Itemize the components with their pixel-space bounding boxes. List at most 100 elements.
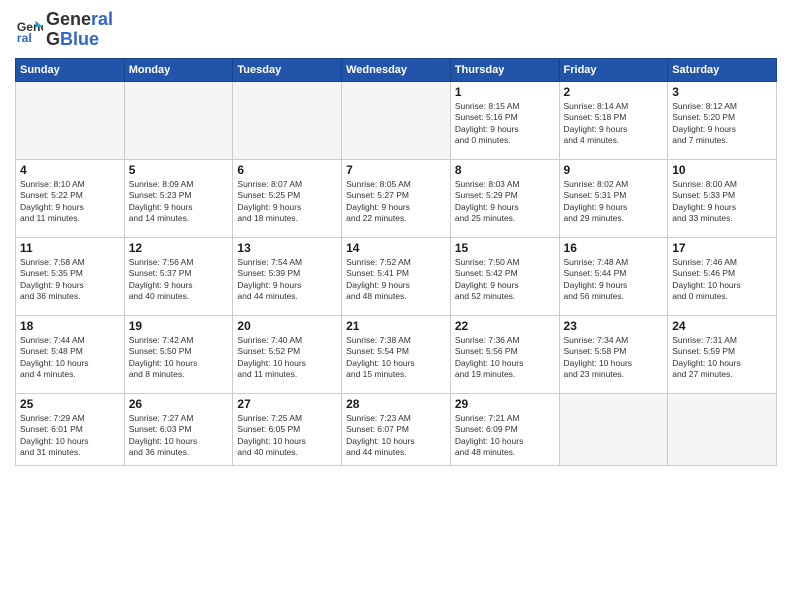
day-number: 22 bbox=[455, 319, 555, 333]
day-info: Sunrise: 7:48 AMSunset: 5:44 PMDaylight:… bbox=[564, 257, 664, 303]
day-info: Sunrise: 7:46 AMSunset: 5:46 PMDaylight:… bbox=[672, 257, 772, 303]
day-number: 5 bbox=[129, 163, 229, 177]
day-cell: 11 Sunrise: 7:58 AMSunset: 5:35 PMDayligh… bbox=[16, 237, 125, 315]
day-cell: 25 Sunrise: 7:29 AMSunset: 6:01 PMDayligh… bbox=[16, 393, 125, 465]
day-cell: 22 Sunrise: 7:36 AMSunset: 5:56 PMDayligh… bbox=[450, 315, 559, 393]
day-info: Sunrise: 7:56 AMSunset: 5:37 PMDaylight:… bbox=[129, 257, 229, 303]
day-cell: 21 Sunrise: 7:38 AMSunset: 5:54 PMDayligh… bbox=[342, 315, 451, 393]
day-info: Sunrise: 7:34 AMSunset: 5:58 PMDaylight:… bbox=[564, 335, 664, 381]
day-info: Sunrise: 7:42 AMSunset: 5:50 PMDaylight:… bbox=[129, 335, 229, 381]
day-cell: 12 Sunrise: 7:56 AMSunset: 5:37 PMDayligh… bbox=[124, 237, 233, 315]
day-number: 14 bbox=[346, 241, 446, 255]
logo-icon: Gene ral bbox=[15, 16, 43, 44]
day-number: 29 bbox=[455, 397, 555, 411]
day-number: 26 bbox=[129, 397, 229, 411]
week-row-1: 4Sunrise: 8:10 AMSunset: 5:22 PMDaylight… bbox=[16, 159, 777, 237]
day-cell: 28 Sunrise: 7:23 AMSunset: 6:07 PMDayligh… bbox=[342, 393, 451, 465]
day-cell bbox=[233, 81, 342, 159]
day-number: 25 bbox=[20, 397, 120, 411]
day-number: 7 bbox=[346, 163, 446, 177]
calendar-table: SundayMondayTuesdayWednesdayThursdayFrid… bbox=[15, 58, 777, 466]
day-number: 1 bbox=[455, 85, 555, 99]
day-info: Sunrise: 8:02 AMSunset: 5:31 PMDaylight:… bbox=[564, 179, 664, 225]
day-info: Sunrise: 8:12 AMSunset: 5:20 PMDaylight:… bbox=[672, 101, 772, 147]
day-cell: 9Sunrise: 8:02 AMSunset: 5:31 PMDaylight… bbox=[559, 159, 668, 237]
col-header-tuesday: Tuesday bbox=[233, 58, 342, 81]
day-number: 8 bbox=[455, 163, 555, 177]
day-number: 10 bbox=[672, 163, 772, 177]
day-cell: 29 Sunrise: 7:21 AMSunset: 6:09 PMDayligh… bbox=[450, 393, 559, 465]
day-info: Sunrise: 7:40 AMSunset: 5:52 PMDaylight:… bbox=[237, 335, 337, 381]
day-info: Sunrise: 7:44 AMSunset: 5:48 PMDaylight:… bbox=[20, 335, 120, 381]
day-number: 27 bbox=[237, 397, 337, 411]
day-cell: 17 Sunrise: 7:46 AMSunset: 5:46 PMDayligh… bbox=[668, 237, 777, 315]
day-cell: 5 Sunrise: 8:09 AMSunset: 5:23 PMDaylight… bbox=[124, 159, 233, 237]
day-cell: 13 Sunrise: 7:54 AMSunset: 5:39 PMDayligh… bbox=[233, 237, 342, 315]
svg-text:ral: ral bbox=[17, 31, 32, 44]
day-info: Sunrise: 8:09 AMSunset: 5:23 PMDaylight:… bbox=[129, 179, 229, 225]
day-info: Sunrise: 7:21 AMSunset: 6:09 PMDaylight:… bbox=[455, 413, 555, 459]
week-row-0: 1Sunrise: 8:15 AMSunset: 5:16 PMDaylight… bbox=[16, 81, 777, 159]
day-cell: 6 Sunrise: 8:07 AMSunset: 5:25 PMDaylight… bbox=[233, 159, 342, 237]
day-number: 16 bbox=[564, 241, 664, 255]
logo: Gene ral General GBlue bbox=[15, 10, 113, 50]
day-info: Sunrise: 7:50 AMSunset: 5:42 PMDaylight:… bbox=[455, 257, 555, 303]
col-header-monday: Monday bbox=[124, 58, 233, 81]
day-cell: 4Sunrise: 8:10 AMSunset: 5:22 PMDaylight… bbox=[16, 159, 125, 237]
day-info: Sunrise: 7:29 AMSunset: 6:01 PMDaylight:… bbox=[20, 413, 120, 459]
day-number: 13 bbox=[237, 241, 337, 255]
day-cell bbox=[668, 393, 777, 465]
day-cell: 27Sunrise: 7:25 AMSunset: 6:05 PMDayligh… bbox=[233, 393, 342, 465]
day-info: Sunrise: 7:52 AMSunset: 5:41 PMDaylight:… bbox=[346, 257, 446, 303]
day-cell: 26 Sunrise: 7:27 AMSunset: 6:03 PMDayligh… bbox=[124, 393, 233, 465]
day-number: 19 bbox=[129, 319, 229, 333]
day-number: 28 bbox=[346, 397, 446, 411]
day-info: Sunrise: 8:03 AMSunset: 5:29 PMDaylight:… bbox=[455, 179, 555, 225]
day-info: Sunrise: 8:10 AMSunset: 5:22 PMDaylight:… bbox=[20, 179, 120, 225]
day-info: Sunrise: 8:05 AMSunset: 5:27 PMDaylight:… bbox=[346, 179, 446, 225]
day-number: 23 bbox=[564, 319, 664, 333]
day-info: Sunrise: 7:54 AMSunset: 5:39 PMDaylight:… bbox=[237, 257, 337, 303]
day-info: Sunrise: 7:23 AMSunset: 6:07 PMDaylight:… bbox=[346, 413, 446, 459]
day-cell: 23 Sunrise: 7:34 AMSunset: 5:58 PMDayligh… bbox=[559, 315, 668, 393]
day-number: 17 bbox=[672, 241, 772, 255]
day-cell: 10 Sunrise: 8:00 AMSunset: 5:33 PMDayligh… bbox=[668, 159, 777, 237]
day-number: 15 bbox=[455, 241, 555, 255]
day-number: 20 bbox=[237, 319, 337, 333]
day-number: 21 bbox=[346, 319, 446, 333]
day-cell bbox=[124, 81, 233, 159]
day-cell: 3Sunrise: 8:12 AMSunset: 5:20 PMDaylight… bbox=[668, 81, 777, 159]
logo-text: General GBlue bbox=[46, 10, 113, 50]
col-header-thursday: Thursday bbox=[450, 58, 559, 81]
header: Gene ral General GBlue bbox=[15, 10, 777, 50]
day-cell: 16 Sunrise: 7:48 AMSunset: 5:44 PMDayligh… bbox=[559, 237, 668, 315]
col-header-friday: Friday bbox=[559, 58, 668, 81]
day-info: Sunrise: 7:58 AMSunset: 5:35 PMDaylight:… bbox=[20, 257, 120, 303]
col-header-wednesday: Wednesday bbox=[342, 58, 451, 81]
day-cell: 18 Sunrise: 7:44 AMSunset: 5:48 PMDayligh… bbox=[16, 315, 125, 393]
day-number: 12 bbox=[129, 241, 229, 255]
day-info: Sunrise: 7:36 AMSunset: 5:56 PMDaylight:… bbox=[455, 335, 555, 381]
day-cell bbox=[16, 81, 125, 159]
day-number: 2 bbox=[564, 85, 664, 99]
day-number: 11 bbox=[20, 241, 120, 255]
day-info: Sunrise: 8:07 AMSunset: 5:25 PMDaylight:… bbox=[237, 179, 337, 225]
day-number: 24 bbox=[672, 319, 772, 333]
week-row-4: 25 Sunrise: 7:29 AMSunset: 6:01 PMDayligh… bbox=[16, 393, 777, 465]
day-cell bbox=[342, 81, 451, 159]
day-number: 18 bbox=[20, 319, 120, 333]
day-info: Sunrise: 7:27 AMSunset: 6:03 PMDaylight:… bbox=[129, 413, 229, 459]
calendar-page: Gene ral General GBlue SundayMondayTuesd… bbox=[0, 0, 792, 612]
day-info: Sunrise: 7:31 AMSunset: 5:59 PMDaylight:… bbox=[672, 335, 772, 381]
day-cell: 15 Sunrise: 7:50 AMSunset: 5:42 PMDayligh… bbox=[450, 237, 559, 315]
day-number: 6 bbox=[237, 163, 337, 177]
day-cell bbox=[559, 393, 668, 465]
day-cell: 7 Sunrise: 8:05 AMSunset: 5:27 PMDaylight… bbox=[342, 159, 451, 237]
week-row-3: 18 Sunrise: 7:44 AMSunset: 5:48 PMDayligh… bbox=[16, 315, 777, 393]
day-info: Sunrise: 8:14 AMSunset: 5:18 PMDaylight:… bbox=[564, 101, 664, 147]
day-cell: 24 Sunrise: 7:31 AMSunset: 5:59 PMDayligh… bbox=[668, 315, 777, 393]
day-info: Sunrise: 8:00 AMSunset: 5:33 PMDaylight:… bbox=[672, 179, 772, 225]
day-info: Sunrise: 7:38 AMSunset: 5:54 PMDaylight:… bbox=[346, 335, 446, 381]
day-cell: 20 Sunrise: 7:40 AMSunset: 5:52 PMDayligh… bbox=[233, 315, 342, 393]
day-cell: 8 Sunrise: 8:03 AMSunset: 5:29 PMDaylight… bbox=[450, 159, 559, 237]
